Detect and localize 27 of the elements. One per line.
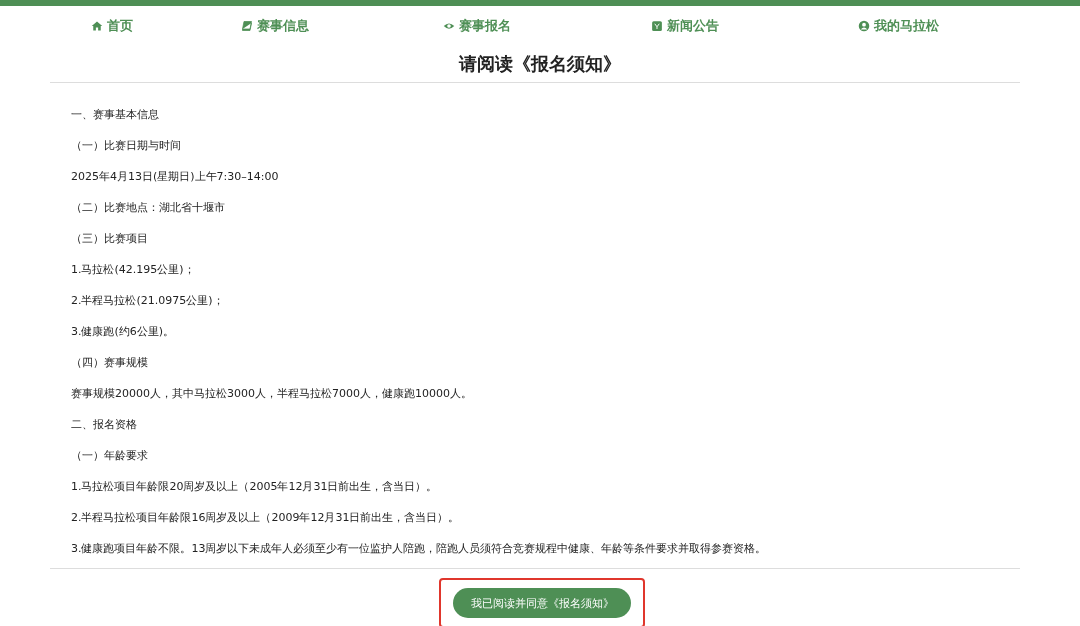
nav-link[interactable]: 首页 — [30, 17, 194, 35]
notice-paragraph: （一）年龄要求 — [71, 448, 149, 464]
eye-icon — [443, 20, 455, 32]
agree-button[interactable]: 我已阅读并同意《报名须知》 — [453, 588, 631, 618]
notice-paragraph: （二）比赛地点：湖北省十堰市 — [71, 200, 226, 216]
notice-paragraph: 1.马拉松(42.195公里)； — [71, 262, 196, 278]
notice-paragraph: 赛事规模20000人，其中马拉松3000人，半程马拉松7000人，健康跑10000人。 — [71, 386, 473, 402]
notice-paragraph: 2.半程马拉松(21.0975公里)； — [71, 293, 225, 309]
notice-paragraph: 2.半程马拉松项目年龄限16周岁及以上（2009年12月31日前出生，含当日）。 — [71, 510, 461, 526]
notice-paragraph: 二、报名资格 — [71, 417, 138, 433]
nav-link[interactable]: 新闻公告 — [598, 17, 772, 35]
nav-link[interactable]: 赛事报名 — [356, 17, 598, 35]
notice-paragraph: （四）赛事规模 — [71, 355, 149, 371]
notice-paragraph: 1.马拉松项目年龄限20周岁及以上（2005年12月31日前出生，含当日）。 — [71, 479, 439, 495]
nav-link[interactable]: 我的马拉松 — [772, 17, 1024, 35]
notice-paragraph: 3.健康跑(约6公里)。 — [71, 324, 176, 340]
notice-paragraph: 2025年4月13日(星期日)上午7:30–14:00 — [71, 169, 280, 185]
notice-paragraph: （一）比赛日期与时间 — [71, 138, 182, 154]
notice-paragraph: 一、赛事基本信息 — [71, 107, 160, 123]
book-icon — [241, 20, 253, 32]
page-title: 请阅读《报名须知》 — [457, 52, 622, 76]
user-icon — [857, 20, 870, 32]
nav-link[interactable]: 赛事信息 — [194, 17, 356, 35]
home-icon — [91, 20, 103, 32]
notice-paragraph: （三）比赛项目 — [71, 231, 149, 247]
notice-paragraph: 3.健康跑项目年龄不限。13周岁以下未成年人必须至少有一位监护人陪跑，陪跑人员须符合竞赛规程中健康、年龄等条件要求并取得参赛资格。 — [71, 541, 768, 557]
newspaper-icon — [651, 20, 663, 32]
